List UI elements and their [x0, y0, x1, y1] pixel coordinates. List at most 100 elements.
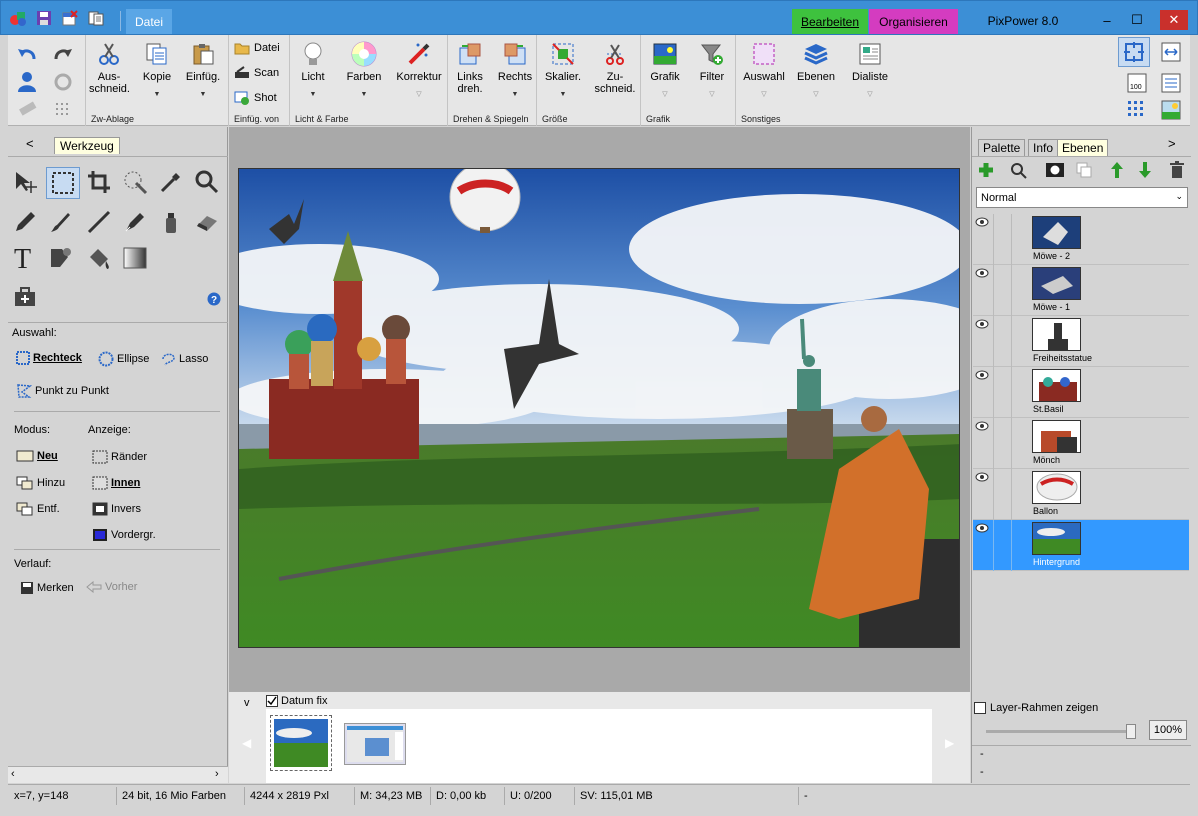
paste-button[interactable]: Einfüg. ▼	[183, 41, 223, 101]
pencil-tool-icon[interactable]	[10, 207, 40, 237]
layer-up-icon[interactable]	[1110, 161, 1124, 182]
show-frames-checkbox[interactable]: Layer-Rahmen zeigen	[974, 702, 1098, 714]
panel-more-button[interactable]: >	[1168, 136, 1176, 151]
filmstrip-prev-icon[interactable]: ◀	[242, 736, 251, 750]
display-invert-option[interactable]: Invers	[92, 502, 141, 516]
horizontal-scrollbar[interactable]: ‹ ›	[8, 766, 228, 783]
filmstrip-next-icon[interactable]: ▶	[945, 736, 954, 750]
remember-button[interactable]: Merken	[20, 581, 74, 595]
rotate-left-button[interactable]: Links dreh.	[451, 41, 489, 95]
filmstrip-toggle[interactable]: v	[244, 697, 250, 709]
grid-icon[interactable]	[54, 101, 72, 122]
panel-back-button[interactable]: <	[26, 136, 34, 151]
layer-row[interactable]: Mönch	[973, 418, 1189, 469]
layer-row[interactable]: Möwe - 1	[973, 265, 1189, 316]
visibility-eye-icon[interactable]	[975, 217, 989, 229]
tab-info[interactable]: Info	[1028, 139, 1059, 156]
thumbnail-photo[interactable]	[270, 715, 332, 771]
screenshot-button[interactable]: Shot	[234, 91, 277, 105]
spray-tool-icon[interactable]	[156, 207, 186, 237]
scroll-left-icon[interactable]: ‹	[11, 768, 15, 780]
crop-tool-icon[interactable]	[84, 167, 114, 197]
redo-icon[interactable]	[52, 45, 74, 66]
zoom-tool-icon[interactable]	[192, 167, 222, 197]
rotate-right-button[interactable]: Rechts ▼	[495, 41, 535, 101]
pen-tool-icon[interactable]	[120, 207, 150, 237]
correction-button[interactable]: Korrektur ▽	[393, 41, 445, 101]
text-tool-icon[interactable]: T	[10, 243, 40, 273]
opacity-value[interactable]: 100%	[1149, 720, 1187, 740]
copy-button[interactable]: Kopie ▼	[137, 41, 177, 101]
document-icon[interactable]	[86, 9, 106, 27]
image-canvas[interactable]	[238, 168, 960, 648]
layer-row[interactable]: Ballon	[973, 469, 1189, 520]
save-icon[interactable]	[34, 9, 54, 27]
point-to-point-option[interactable]: Punkt zu Punkt	[16, 383, 109, 399]
help-icon[interactable]: ?	[207, 292, 221, 309]
add-layer-icon[interactable]	[978, 162, 994, 181]
visibility-eye-icon[interactable]	[975, 472, 989, 484]
rect-select-tool-icon[interactable]	[46, 167, 80, 199]
delete-layer-icon[interactable]	[1169, 161, 1185, 182]
filter-button[interactable]: Filter ▽	[692, 41, 732, 101]
scale-button[interactable]: Skalier. ▼	[540, 41, 586, 101]
scan-button[interactable]: Scan	[234, 66, 279, 80]
tab-werkzeug[interactable]: Werkzeug	[54, 137, 120, 154]
layers-button[interactable]: Ebenen ▽	[793, 41, 839, 101]
tab-layers[interactable]: Ebenen	[1057, 139, 1109, 156]
layer-row[interactable]: Möwe - 2	[973, 214, 1189, 265]
visibility-eye-icon[interactable]	[975, 268, 989, 280]
opacity-slider-thumb[interactable]	[1126, 724, 1136, 739]
ellipse-option[interactable]: Ellipse	[98, 351, 149, 367]
visibility-eye-icon[interactable]	[975, 523, 989, 535]
display-foreground-option[interactable]: Vordergr.	[92, 528, 156, 542]
mode-subtract-option[interactable]: Entf.	[16, 502, 60, 516]
menu-datei[interactable]: Datei	[126, 9, 172, 34]
thumbnails-grid-icon[interactable]	[1122, 97, 1152, 123]
visibility-eye-icon[interactable]	[975, 319, 989, 331]
image-view-icon[interactable]	[1156, 97, 1186, 123]
close-button[interactable]: ✕	[1160, 10, 1188, 30]
tab-palette[interactable]: Palette	[978, 139, 1026, 156]
before-button[interactable]: Vorher	[86, 581, 137, 593]
list-view-icon[interactable]	[1156, 69, 1186, 97]
clone-tool-icon[interactable]	[46, 243, 76, 273]
visibility-eye-icon[interactable]	[975, 370, 989, 382]
rectangle-option[interactable]: Rechteck	[16, 351, 82, 365]
thumbnail-screenshot[interactable]	[344, 723, 406, 765]
zoom-100-icon[interactable]: 100	[1122, 69, 1152, 97]
toolbox-icon[interactable]	[10, 282, 40, 312]
layer-search-icon[interactable]	[1010, 162, 1028, 183]
user-icon[interactable]	[16, 71, 38, 96]
lasso-option[interactable]: Lasso	[160, 351, 208, 367]
maximize-button[interactable]: ☐	[1126, 10, 1148, 30]
mode-add-option[interactable]: Hinzu	[16, 476, 65, 490]
tab-organisieren[interactable]: Organisieren	[869, 9, 958, 34]
visibility-eye-icon[interactable]	[975, 421, 989, 433]
eraser-tool-icon[interactable]	[192, 207, 222, 237]
magic-select-tool-icon[interactable]	[120, 167, 150, 197]
undo-icon[interactable]	[16, 45, 38, 66]
selection-button[interactable]: Auswahl ▽	[741, 41, 787, 101]
layer-row[interactable]: Freiheitsstatue	[973, 316, 1189, 367]
tab-bearbeiten[interactable]: Bearbeiten	[792, 9, 868, 34]
colors-button[interactable]: Farben ▼	[341, 41, 387, 101]
close-file-icon[interactable]	[60, 9, 80, 27]
scroll-right-icon[interactable]: ›	[215, 768, 219, 780]
fit-width-icon[interactable]	[1156, 37, 1186, 67]
line-tool-icon[interactable]	[84, 207, 114, 237]
light-button[interactable]: Licht ▼	[293, 41, 333, 101]
display-inside-option[interactable]: Innen	[92, 476, 140, 490]
cut-button[interactable]: Aus- schneid.	[89, 41, 130, 95]
layer-row-selected[interactable]: Hintergrund	[973, 520, 1189, 571]
date-fix-checkbox[interactable]: Datum fix	[266, 695, 327, 707]
gradient-tool-icon[interactable]	[120, 243, 150, 273]
ruler-icon[interactable]	[18, 101, 38, 120]
duplicate-layer-icon[interactable]	[1076, 162, 1092, 181]
layer-row[interactable]: St.Basil	[973, 367, 1189, 418]
brush-tool-icon[interactable]	[46, 207, 76, 237]
fill-tool-icon[interactable]	[84, 243, 114, 273]
move-tool-icon[interactable]	[10, 167, 40, 197]
opacity-slider[interactable]	[986, 724, 1136, 739]
layer-down-icon[interactable]	[1138, 161, 1152, 182]
